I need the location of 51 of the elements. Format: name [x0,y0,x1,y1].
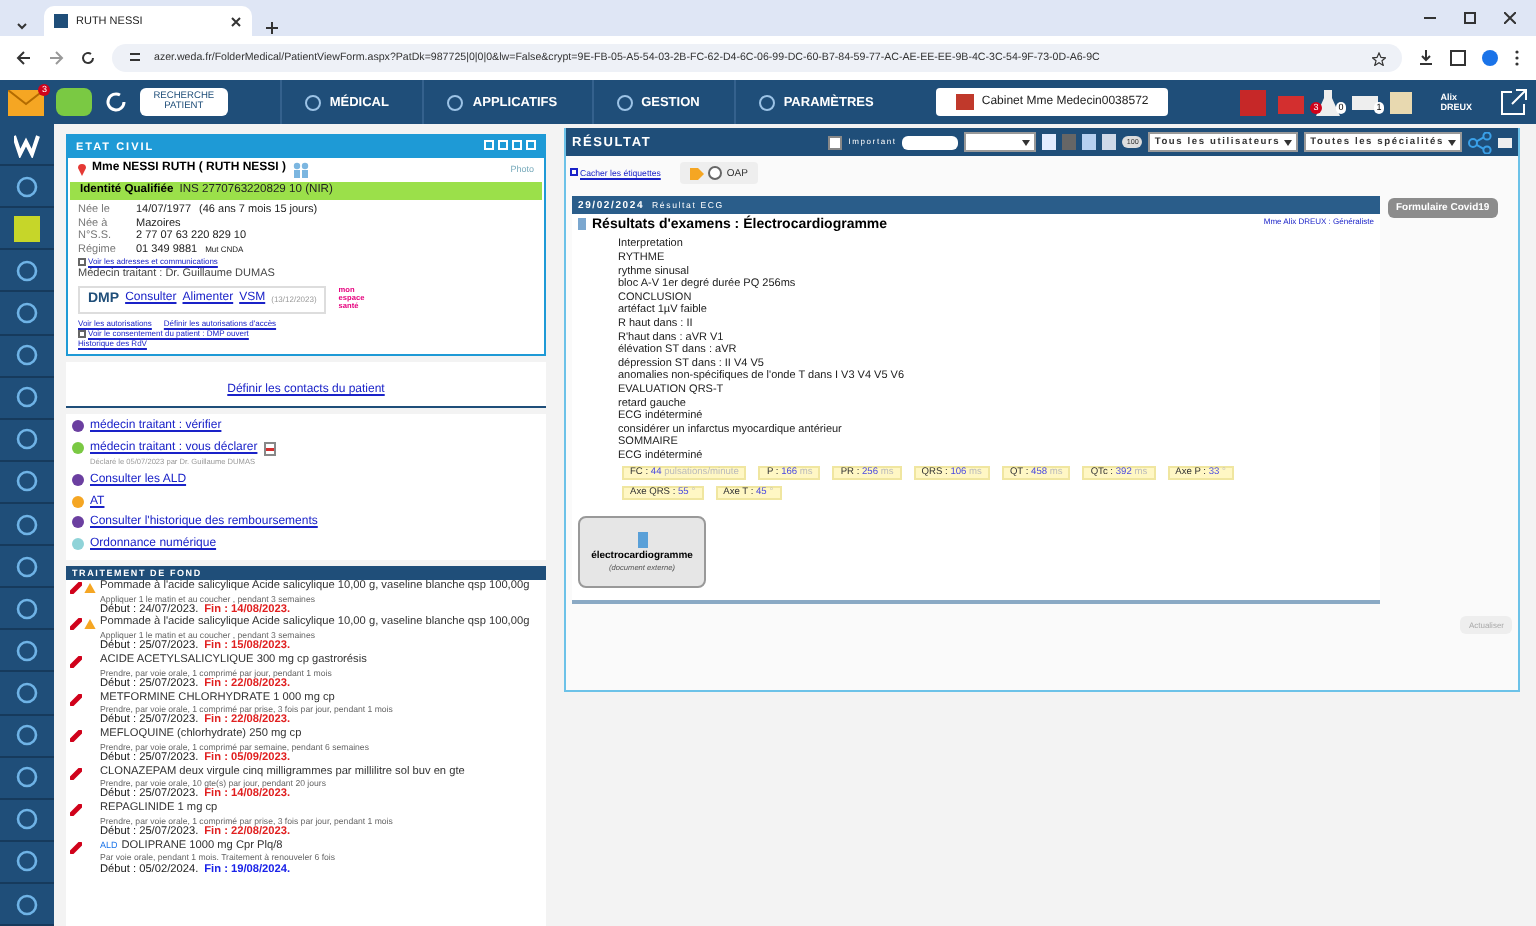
pill-icon [70,841,82,854]
checkbox-icon [78,257,86,266]
side-panel-icon[interactable] [1450,50,1466,66]
site-info-icon [128,49,142,63]
chat-bubble-icon[interactable] [56,88,92,116]
plus-icon[interactable] [264,20,280,36]
pill-icon [70,655,82,668]
close-icon[interactable] [1504,12,1516,24]
caret-icon [1448,139,1456,145]
pill-icon [70,767,82,780]
warning-icon [84,581,96,594]
reload-icon[interactable] [80,50,96,66]
document-icon [578,218,586,230]
star-icon[interactable] [1372,51,1386,65]
logout-icon[interactable] [1500,88,1528,116]
refresh-icon[interactable] [104,90,128,114]
oap-radio[interactable] [708,166,723,180]
pill-icon [70,804,82,817]
people-icon [292,162,311,178]
location-pin-icon [78,164,86,176]
color-swatch[interactable] [1042,134,1057,150]
pill-icon [70,618,82,631]
caret-icon [1284,139,1293,145]
app-logo-icon [54,14,68,28]
back-arrow-icon[interactable] [16,50,32,66]
forward-arrow-icon[interactable] [48,50,64,66]
chart-swatch[interactable] [1082,134,1097,150]
logo-icon[interactable] [14,131,40,158]
more-icon[interactable] [1514,50,1520,66]
dropdown[interactable] [964,132,1037,152]
pdf-icon[interactable] [263,442,276,457]
flask-icon[interactable] [1316,89,1341,115]
restore-icon[interactable] [1464,12,1476,24]
pill-icon [70,693,82,705]
close-icon[interactable] [230,15,242,27]
color-swatch[interactable] [1062,134,1077,150]
document-icon [637,532,647,549]
caret-icon [1022,139,1031,145]
profile-icon[interactable] [1482,50,1498,66]
download-icon[interactable] [1418,50,1434,66]
color-swatch[interactable] [1102,134,1117,150]
warning-icon [84,618,96,631]
note-icon[interactable] [1390,91,1413,113]
pill-icon [70,581,82,594]
checkbox-icon [570,168,578,177]
share-icon[interactable] [1468,131,1492,153]
pill-icon [70,730,82,743]
checkbox-icon [78,329,86,338]
text-field[interactable] [902,135,959,149]
important-checkbox[interactable] [828,135,843,149]
minimize-icon[interactable] [1424,12,1436,24]
